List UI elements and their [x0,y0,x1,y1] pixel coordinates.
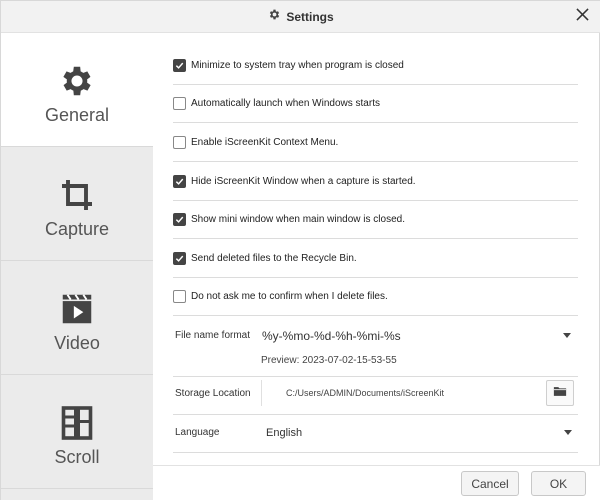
sidebar-item-label: Capture [44,219,110,239]
storage-location-label: Storage Location [175,388,251,399]
sidebar: General Capture Video Scroll [1,33,153,500]
option-context-menu[interactable]: Enable iScreenKit Context Menu. [173,124,578,162]
folder-icon [553,384,567,402]
chevron-down-icon [564,430,572,435]
checkbox[interactable] [173,213,186,226]
sidebar-item-scroll[interactable]: Scroll [1,375,153,489]
storage-path-value: C:/Users/ADMIN/Documents/iScreenKit [286,388,445,398]
close-icon [575,8,589,26]
checkbox[interactable] [173,59,186,72]
divider [173,452,578,453]
divider [173,376,578,377]
language-select[interactable]: English [261,420,578,446]
option-label: Send deleted files to the Recycle Bin. [191,253,357,264]
option-no-confirm-delete[interactable]: Do not ask me to confirm when I delete f… [173,278,578,316]
option-label: Enable iScreenKit Context Menu. [191,137,339,148]
gear-icon [268,8,281,26]
sidebar-item-capture[interactable]: Capture [1,147,153,261]
window-title: Settings [286,10,334,24]
cancel-button[interactable]: Cancel [461,471,519,496]
settings-content: Minimize to system tray when program is … [153,33,600,465]
browse-folder-button[interactable] [546,380,574,406]
option-label: Minimize to system tray when program is … [191,60,404,71]
ok-button[interactable]: OK [531,471,586,496]
language-label: Language [175,427,220,438]
chevron-down-icon [563,333,571,338]
checkbox[interactable] [173,175,186,188]
storage-path-field[interactable]: C:/Users/ADMIN/Documents/iScreenKit [261,380,541,406]
option-label: Do not ask me to confirm when I delete f… [191,291,388,302]
file-name-format-select[interactable]: %y-%mo-%d-%h-%mi-%s [257,323,577,349]
sidebar-item-label: Video [54,333,100,353]
video-icon [57,289,97,329]
sidebar-item-video[interactable]: Video [1,261,153,375]
file-name-format-label: File name format [175,330,251,341]
dialog-footer: Cancel OK [153,465,600,500]
checkbox[interactable] [173,290,186,303]
file-name-format-value: %y-%mo-%d-%h-%mi-%s [262,329,401,343]
scroll-icon [57,403,97,443]
crop-icon [57,175,97,215]
title-bar: Settings [1,1,600,33]
option-hide-window[interactable]: Hide iScreenKit Window when a capture is… [173,163,578,201]
language-value: English [266,427,303,439]
option-label: Automatically launch when Windows starts [191,98,380,109]
option-label: Show mini window when main window is clo… [191,214,405,225]
title-group: Settings [1,1,600,33]
option-auto-launch[interactable]: Automatically launch when Windows starts [173,85,578,123]
settings-window: Settings General Capture Video Scroll Mi… [0,0,600,500]
checkbox[interactable] [173,136,186,149]
checkbox[interactable] [173,252,186,265]
checkbox[interactable] [173,97,186,110]
gear-icon [57,61,97,101]
divider [173,414,578,415]
option-recycle-bin[interactable]: Send deleted files to the Recycle Bin. [173,240,578,278]
close-button[interactable] [571,6,593,28]
sidebar-item-general[interactable]: General [1,33,153,147]
option-minimize-to-tray[interactable]: Minimize to system tray when program is … [173,47,578,85]
option-label: Hide iScreenKit Window when a capture is… [191,176,416,187]
sidebar-item-label: Scroll [54,447,100,467]
sidebar-item-label: General [44,105,110,125]
file-name-preview: Preview: 2023-07-02-15-53-55 [261,355,397,366]
option-mini-window[interactable]: Show mini window when main window is clo… [173,201,578,239]
